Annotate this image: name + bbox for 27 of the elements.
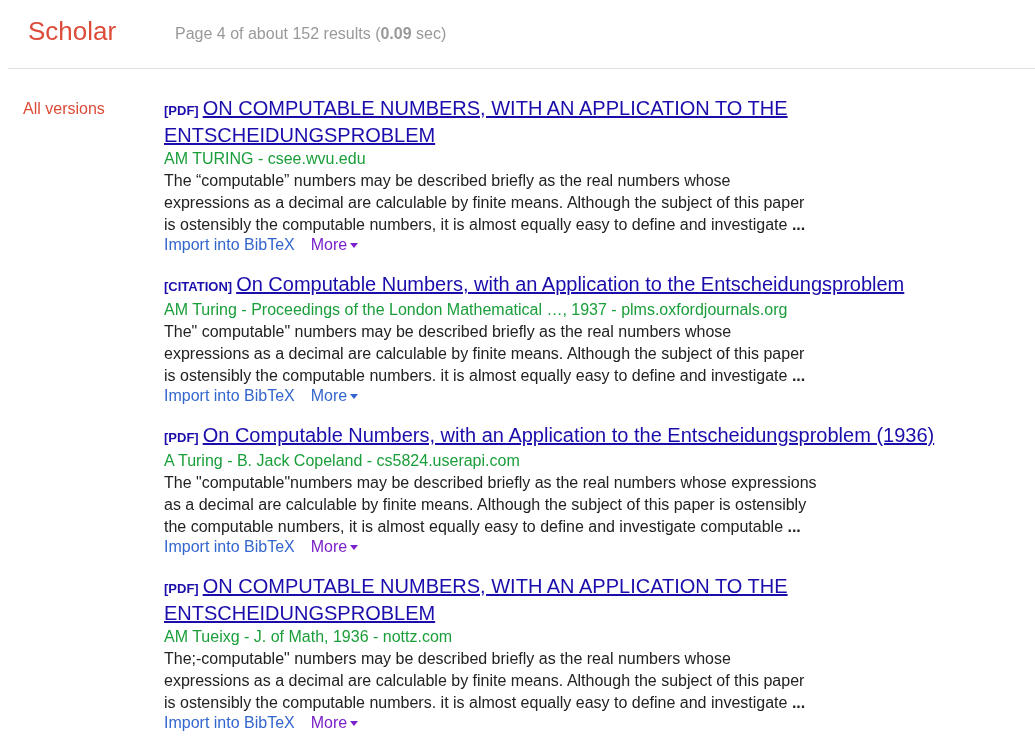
result-title-link[interactable]: [PDF] On Computable Numbers, with an Application to the Entscheidungsproblem (1936) [164,423,1035,450]
scholar-logo[interactable]: Scholar [28,15,175,47]
more-link[interactable]: More [310,387,359,405]
result-title-link[interactable]: [PDF] ON COMPUTABLE NUMBERS, WITH AN APPLICATION TO THE ENTSCHEIDUNGSPROBLEM [164,96,1035,148]
result-stats: Page 4 of about 152 results (0.09 sec) [175,25,447,43]
all-versions-link[interactable]: All versions [0,96,164,122]
more-link[interactable]: More [310,714,359,732]
result-authors: A Turing - B. Jack Copeland - cs5824.userapi.com [164,451,521,471]
result-title-link[interactable]: [PDF] ON COMPUTABLE NUMBERS, WITH AN APPLICATION TO THE ENTSCHEIDUNGSPROBLEM [164,574,1035,626]
result-snippet: The "computable"numbers may be described briefly as the real numbers whose expressions as a decimal are calculable by finite means. Although the subject of this paper is ostensibly the computable numbers, it is almost equally easy to define and investigate computable ... [164,473,818,537]
caret-icon [350,393,359,399]
result-snippet: The “computable” numbers may be described briefly as the real numbers whose expressions as a decimal are calculable by finite means. Although the subject of this paper is ostensibly the computable numbers, it is almost equally easy to define and investigate ... [164,171,807,235]
result-snippet: The;-computable" numbers may be described briefly as the real numbers whose expressions as a decimal are calculable by finite means. Although the subject of this paper is ostensibly the computable numbers. it is almost equally easy to define and investigate ... [164,649,807,713]
import-bibtex-link[interactable]: Import into BibTeX [164,538,295,556]
caret-icon [350,544,359,550]
result-title-link[interactable]: [CITATION] On Computable Numbers, with an Application to the Entscheidungsproblem [164,272,1035,299]
result-authors: AM Turing - Proceedings of the London Mathematical …, 1937 - plms.oxfordjournals.org [164,300,789,320]
more-link[interactable]: More [310,236,359,254]
caret-icon [350,242,359,248]
result-snippet: The" computable" numbers may be described briefly as the real numbers whose expressions as a decimal are calculable by finite means. Although the subject of this paper is ostensibly the computable numbers. it is almost equally easy to define and investigate ... [164,322,807,386]
import-bibtex-link[interactable]: Import into BibTeX [164,387,295,405]
more-link[interactable]: More [310,538,359,556]
import-bibtex-link[interactable]: Import into BibTeX [164,236,295,254]
caret-icon [350,720,359,726]
import-bibtex-link[interactable]: Import into BibTeX [164,714,295,732]
result-authors: AM TURING - csee.wvu.edu [164,149,367,169]
result-authors: AM Tueixg - J. of Math, 1936 - nottz.com [164,627,454,647]
